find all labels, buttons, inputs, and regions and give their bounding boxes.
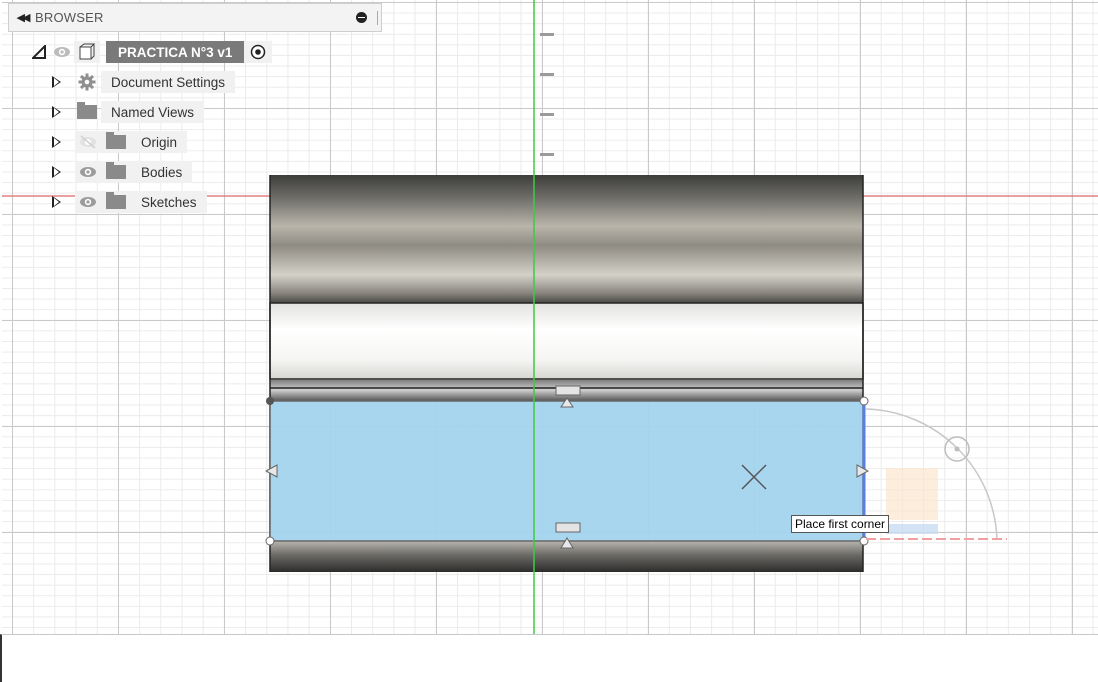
collapse-icon[interactable]: ◀◀ <box>9 11 35 24</box>
component-icon <box>74 41 100 63</box>
browser-item-named-views[interactable]: Named Views <box>52 101 205 123</box>
browser-item-sketches[interactable]: Sketches <box>52 191 207 213</box>
gear-icon <box>75 71 99 93</box>
model-canvas[interactable] <box>2 0 1098 634</box>
expand-right-icon[interactable] <box>52 166 61 178</box>
browser-title: BROWSER <box>35 10 104 25</box>
expand-right-icon[interactable] <box>52 76 61 88</box>
browser-item-label[interactable]: Document Settings <box>101 71 236 93</box>
corner-point-bottom-left <box>265 536 275 546</box>
eye-icon[interactable] <box>50 46 74 58</box>
pin-icon[interactable] <box>356 12 367 23</box>
eye-icon[interactable] <box>75 191 101 213</box>
expand-right-icon[interactable] <box>52 196 61 208</box>
folder-icon <box>101 161 131 183</box>
browser-panel-header: ◀◀ BROWSER <box>8 3 382 32</box>
browser-item-label[interactable]: Origin <box>131 131 188 153</box>
browser-root-node[interactable]: PRACTICA N°3 v1 <box>28 41 273 63</box>
folder-icon <box>75 101 99 123</box>
activate-radio-icon[interactable] <box>244 41 273 63</box>
horizontal-constraint-top <box>555 385 581 396</box>
sketch-rectangle <box>264 385 870 549</box>
expand-right-icon[interactable] <box>52 136 61 148</box>
folder-icon <box>101 131 131 153</box>
axis-tick-marks <box>540 33 554 156</box>
status-area <box>0 634 1098 682</box>
cursor-tooltip: Place first corner <box>791 515 890 533</box>
resize-handle[interactable] <box>377 11 378 25</box>
folder-icon <box>101 191 131 213</box>
eye-icon[interactable] <box>75 161 101 183</box>
canvas-viewport[interactable] <box>2 0 1098 634</box>
expand-down-icon[interactable] <box>28 45 50 59</box>
root-component-label[interactable]: PRACTICA N°3 v1 <box>106 41 245 63</box>
corner-point-top-right <box>859 396 869 406</box>
browser-item-label[interactable]: Named Views <box>101 101 205 123</box>
browser-item-document-settings[interactable]: Document Settings <box>52 71 236 93</box>
browser-item-bodies[interactable]: Bodies <box>52 161 193 183</box>
browser-item-label[interactable]: Sketches <box>131 191 207 213</box>
eye-hidden-icon[interactable] <box>75 131 101 153</box>
expand-right-icon[interactable] <box>52 106 61 118</box>
browser-item-label[interactable]: Bodies <box>131 161 193 183</box>
corner-point-top-left <box>266 397 274 405</box>
horizontal-constraint-bottom <box>555 522 581 533</box>
browser-item-origin[interactable]: Origin <box>52 131 188 153</box>
